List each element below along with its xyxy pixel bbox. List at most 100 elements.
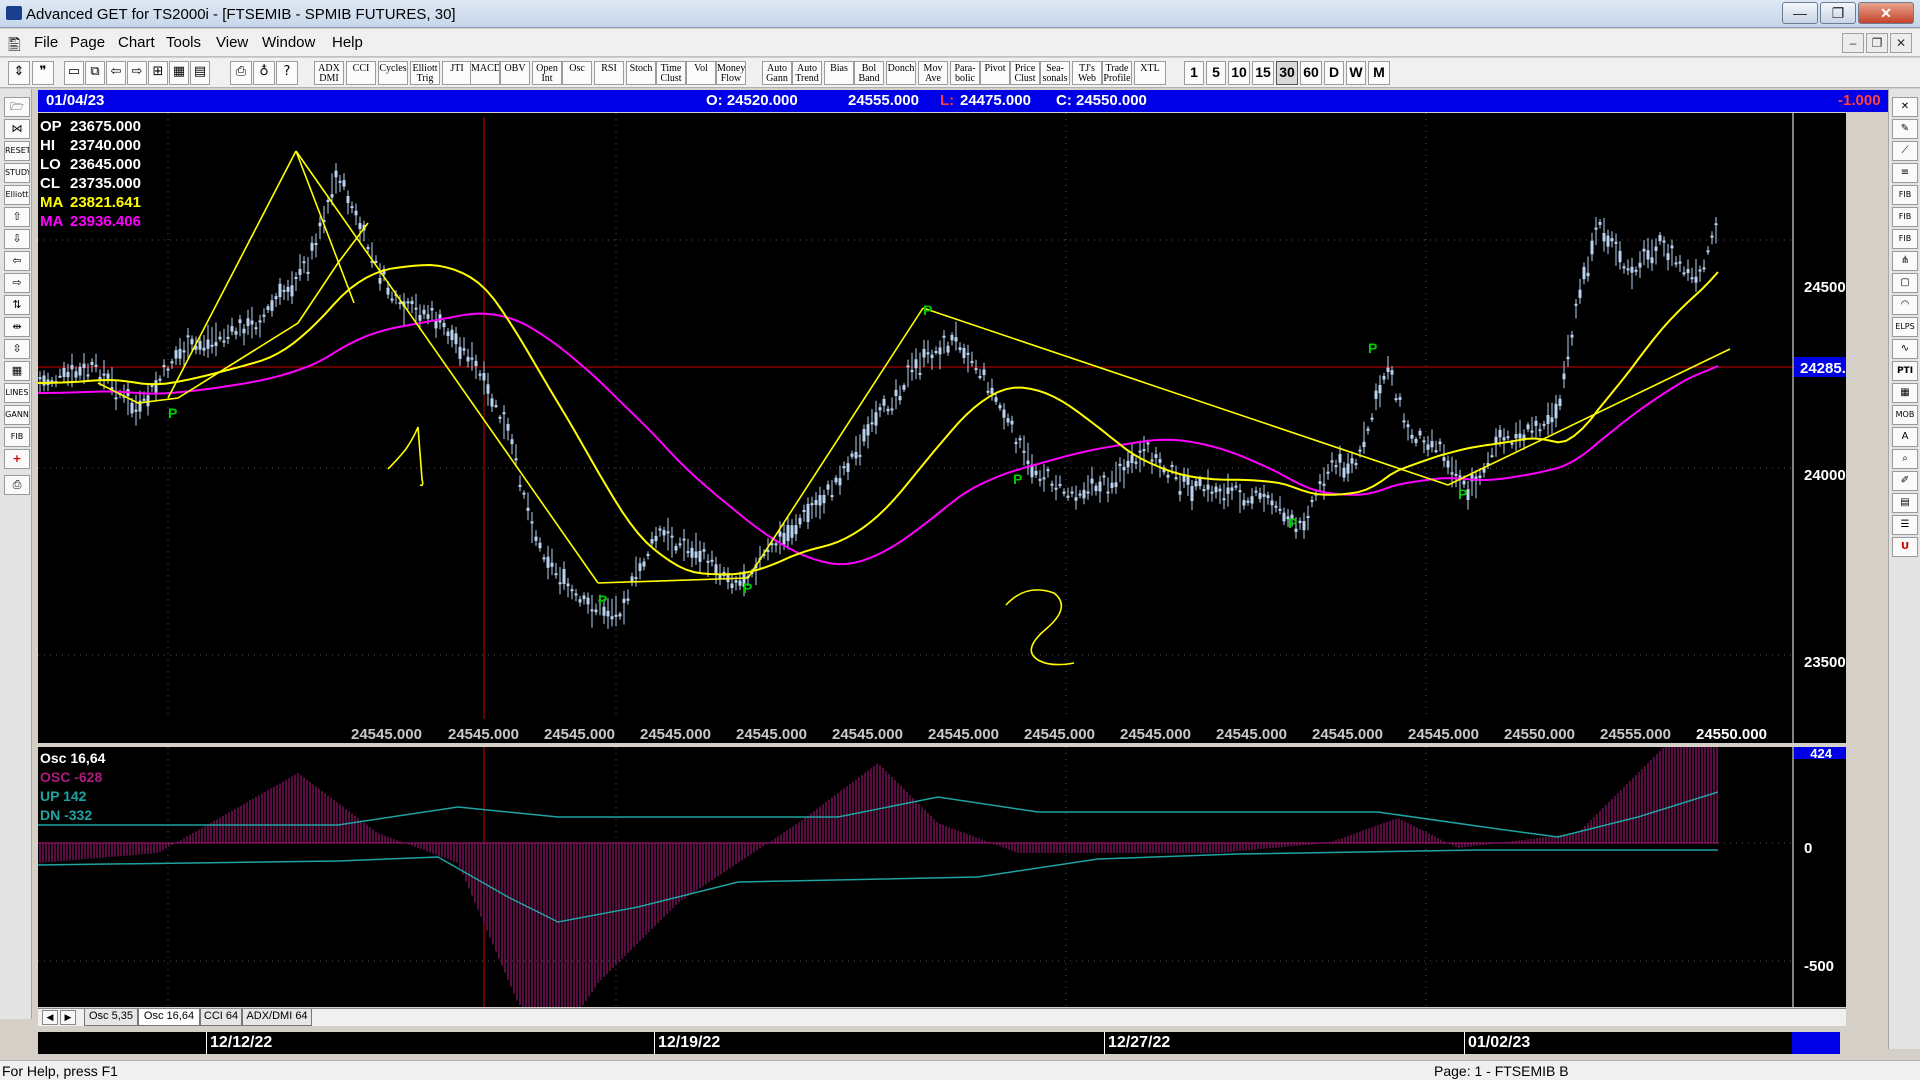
- period-5-button[interactable]: 5: [1206, 61, 1226, 85]
- rsi-button[interactable]: RSI: [594, 61, 624, 85]
- pivot-button[interactable]: Pivot: [980, 61, 1010, 85]
- obv-button[interactable]: OBV: [500, 61, 530, 85]
- quote-icon[interactable]: ❞: [32, 61, 54, 85]
- cci-button[interactable]: CCI: [346, 61, 376, 85]
- donch-button[interactable]: Donch: [886, 61, 916, 85]
- mdi-close-button[interactable]: ✕: [1890, 33, 1912, 53]
- price-chart-pane[interactable]: P P P P P P P P 1 2 OP 23675.000 HI 23740.000 L…: [37, 113, 1875, 743]
- seasonals-button[interactable]: Sea-sonals: [1040, 61, 1070, 85]
- pattern-icon[interactable]: ⋈: [4, 119, 30, 139]
- trade-profile-button[interactable]: Trade Profile: [1102, 61, 1132, 85]
- print-icon[interactable]: ⎙: [230, 61, 252, 85]
- new-page-icon[interactable]: ▭: [64, 61, 84, 85]
- menu-window[interactable]: Window: [262, 34, 315, 51]
- period-60-button[interactable]: 60: [1300, 61, 1322, 85]
- table-icon[interactable]: ▦: [1892, 383, 1918, 403]
- fib-icon[interactable]: FIB: [4, 427, 30, 447]
- document-icon[interactable]: 🖺: [8, 34, 21, 61]
- tab-cci-64[interactable]: CCI 64: [200, 1009, 242, 1026]
- period-10-button[interactable]: 10: [1228, 61, 1250, 85]
- menu-page[interactable]: Page: [70, 34, 105, 51]
- period-m-button[interactable]: M: [1368, 61, 1390, 85]
- mdi-minimize-button[interactable]: –: [1842, 33, 1864, 53]
- auto-gann-button[interactable]: Auto Gann: [762, 61, 792, 85]
- mov-ave-button[interactable]: Mov Ave: [918, 61, 948, 85]
- open-folder-icon[interactable]: 🗁: [4, 97, 30, 117]
- help-pointer-icon[interactable]: ?: [276, 61, 298, 85]
- pointer-icon[interactable]: ⇕: [8, 61, 30, 85]
- grid-tool-icon[interactable]: ▦: [4, 361, 30, 381]
- cascade-icon[interactable]: ▤: [190, 61, 210, 85]
- price-clust-button[interactable]: Price Clust: [1010, 61, 1040, 85]
- restore-button[interactable]: ❐: [1820, 2, 1856, 24]
- arc-icon[interactable]: ◠: [1892, 295, 1918, 315]
- wave-icon[interactable]: ∿: [1892, 339, 1918, 359]
- oscillator-chart[interactable]: Osc 16,64 OSC -628 UP 142 DN -332 424 0 …: [37, 694, 1846, 1042]
- vol-button[interactable]: Vol: [686, 61, 716, 85]
- tab-scroll-right-icon[interactable]: ▶: [60, 1010, 76, 1025]
- back-icon[interactable]: ⇦: [106, 61, 126, 85]
- zoom-icon[interactable]: ⌕: [1892, 449, 1918, 469]
- xtl-button[interactable]: XTL: [1134, 61, 1166, 85]
- fib-ret-icon[interactable]: FIB: [1892, 185, 1918, 205]
- arrow-right-icon[interactable]: ⇨: [4, 273, 30, 293]
- box-icon[interactable]: ▢: [1892, 273, 1918, 293]
- channel-icon[interactable]: ≡: [1892, 163, 1918, 183]
- bol-band-button[interactable]: Bol Band: [854, 61, 884, 85]
- copy-icon[interactable]: ⧉: [85, 61, 105, 85]
- adx-dmi-button[interactable]: ADX DMI: [314, 61, 344, 85]
- reset-icon[interactable]: RESET: [4, 141, 30, 161]
- fib-ext-icon[interactable]: FIB: [1892, 207, 1918, 227]
- osc-button[interactable]: Osc: [562, 61, 592, 85]
- pencil-icon[interactable]: ✎: [1892, 119, 1918, 139]
- auto-trend-button[interactable]: Auto Trend: [792, 61, 822, 85]
- print-tool-icon[interactable]: ⎙: [4, 475, 30, 495]
- bias-button[interactable]: Bias: [824, 61, 854, 85]
- price-chart[interactable]: P P P P P P P P 1 2 OP 23675.000 HI 23740.000 L…: [37, 113, 1875, 743]
- menu-help[interactable]: Help: [332, 34, 363, 51]
- stoch-button[interactable]: Stoch: [626, 61, 656, 85]
- crosshair-icon[interactable]: +: [4, 449, 30, 469]
- arrow-up-icon[interactable]: ⇧: [4, 207, 30, 227]
- arrow-down-icon[interactable]: ⇩: [4, 229, 30, 249]
- undo-icon[interactable]: U: [1892, 537, 1918, 557]
- bulb-icon[interactable]: ♁: [253, 61, 275, 85]
- menu-file[interactable]: File: [34, 34, 58, 51]
- tile-icon[interactable]: ⊞: [148, 61, 168, 85]
- pti-icon[interactable]: PTI: [1892, 361, 1918, 381]
- grid-icon[interactable]: ▦: [169, 61, 189, 85]
- tab-osc-16-64[interactable]: Osc 16,64: [138, 1009, 200, 1026]
- period-w-button[interactable]: W: [1346, 61, 1366, 85]
- study-icon[interactable]: STUDY: [4, 163, 30, 183]
- tab-adx-dmi-64[interactable]: ADX/DMI 64: [242, 1009, 312, 1026]
- menu-tools[interactable]: Tools: [166, 34, 201, 51]
- minimize-button[interactable]: —: [1782, 2, 1818, 24]
- period-15-button[interactable]: 15: [1252, 61, 1274, 85]
- time-clust-button[interactable]: Time Clust: [656, 61, 686, 85]
- menu-chart[interactable]: Chart: [118, 34, 155, 51]
- period-30-button[interactable]: 30: [1276, 61, 1298, 85]
- tab-scroll-left-icon[interactable]: ◀: [42, 1010, 58, 1025]
- gann-icon[interactable]: GANN: [4, 405, 30, 425]
- elliott-icon[interactable]: Elliott: [4, 185, 30, 205]
- trendline-icon[interactable]: ⟋: [1892, 141, 1918, 161]
- close-button[interactable]: ✕: [1858, 2, 1914, 24]
- expand-vertical-icon[interactable]: ⇳: [4, 339, 30, 359]
- tab-osc-5-35[interactable]: Osc 5,35: [84, 1009, 138, 1026]
- layers-icon[interactable]: ▤: [1892, 493, 1918, 513]
- cycles-button[interactable]: Cycles: [378, 61, 408, 85]
- compress-icon[interactable]: ⇅: [4, 295, 30, 315]
- marker-icon[interactable]: ✐: [1892, 471, 1918, 491]
- mob-icon[interactable]: MOB: [1892, 405, 1918, 425]
- open-int-button[interactable]: Open Int: [532, 61, 562, 85]
- menu-view[interactable]: View: [216, 34, 248, 51]
- macd-button[interactable]: MACD: [470, 61, 500, 85]
- lines-icon[interactable]: LINES: [4, 383, 30, 403]
- list-icon[interactable]: ☰: [1892, 515, 1918, 535]
- cross-out-icon[interactable]: ✕: [1892, 97, 1918, 117]
- text-icon[interactable]: A: [1892, 427, 1918, 447]
- parabolic-button[interactable]: Para-bolic: [950, 61, 980, 85]
- fan-icon[interactable]: ⋔: [1892, 251, 1918, 271]
- fib-time-icon[interactable]: FIB: [1892, 229, 1918, 249]
- tjs-web-button[interactable]: TJ's Web: [1072, 61, 1102, 85]
